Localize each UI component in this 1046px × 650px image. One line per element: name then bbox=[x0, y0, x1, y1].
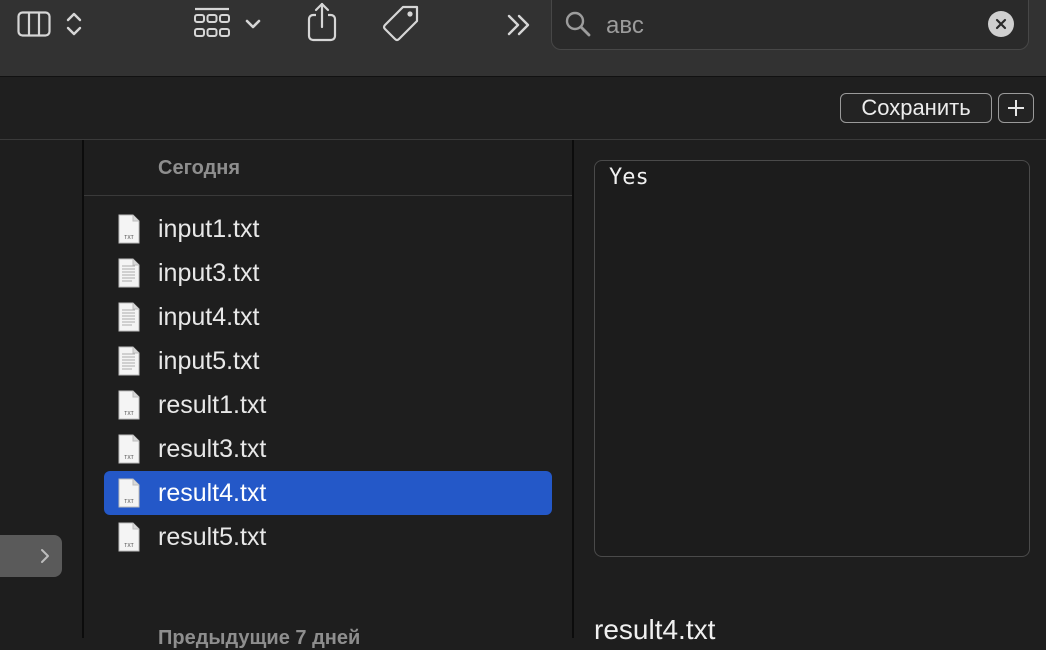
chevron-right-icon bbox=[41, 549, 49, 563]
file-row[interactable]: TXT result4.txt bbox=[104, 471, 552, 515]
columns-view-icon[interactable] bbox=[16, 10, 52, 38]
section-header-previous: Предыдущие 7 дней bbox=[158, 627, 361, 649]
plus-icon bbox=[1008, 100, 1024, 116]
file-name: result5.txt bbox=[158, 523, 267, 551]
svg-text:TXT: TXT bbox=[124, 235, 133, 241]
sidebar-column bbox=[0, 140, 84, 638]
file-row[interactable]: TXT result5.txt bbox=[104, 515, 552, 559]
file-name: result1.txt bbox=[158, 391, 267, 419]
preview-column: Yes result4.txt bbox=[574, 140, 1046, 645]
file-name: input1.txt bbox=[158, 215, 260, 243]
chevron-down-icon[interactable] bbox=[242, 14, 264, 34]
share-icon[interactable] bbox=[304, 0, 340, 44]
file-name: input4.txt bbox=[158, 303, 260, 331]
file-row[interactable]: input3.txt bbox=[104, 251, 552, 295]
save-button[interactable]: Сохранить bbox=[840, 93, 992, 123]
search-input[interactable]: авс bbox=[606, 12, 644, 40]
file-row[interactable]: input4.txt bbox=[104, 295, 552, 339]
add-button[interactable] bbox=[998, 93, 1034, 123]
text-file-icon bbox=[118, 302, 140, 337]
toolbar: авс bbox=[0, 0, 1046, 77]
file-list-column: Сегодня TXT input1.txt input3.txt input4.tx… bbox=[84, 140, 574, 649]
search-icon bbox=[564, 10, 592, 43]
group-grid-icon[interactable] bbox=[192, 6, 232, 42]
divider bbox=[84, 195, 572, 196]
text-file-icon: TXT bbox=[118, 390, 140, 425]
svg-text:TXT: TXT bbox=[124, 411, 133, 417]
file-name: result3.txt bbox=[158, 435, 267, 463]
file-row[interactable]: TXT result1.txt bbox=[104, 383, 552, 427]
svg-text:TXT: TXT bbox=[124, 543, 133, 549]
file-name: input3.txt bbox=[158, 259, 260, 287]
file-row[interactable]: TXT result3.txt bbox=[104, 427, 552, 471]
text-file-icon: TXT bbox=[118, 214, 140, 249]
text-file-icon: TXT bbox=[118, 478, 140, 513]
up-down-chevron-icon[interactable] bbox=[62, 9, 86, 39]
file-name: input5.txt bbox=[158, 347, 260, 375]
text-file-icon: TXT bbox=[118, 434, 140, 469]
more-chevrons-icon[interactable] bbox=[504, 12, 534, 38]
preview-pane[interactable]: Yes bbox=[594, 160, 1030, 557]
file-row[interactable]: TXT input1.txt bbox=[104, 207, 552, 251]
text-file-icon bbox=[118, 346, 140, 381]
file-list: TXT input1.txt input3.txt input4.txt input5.… bbox=[104, 207, 552, 559]
text-file-icon bbox=[118, 258, 140, 293]
file-row[interactable]: input5.txt bbox=[104, 339, 552, 383]
sidebar-selected-row[interactable] bbox=[0, 535, 62, 577]
tag-icon[interactable] bbox=[380, 2, 422, 44]
svg-text:TXT: TXT bbox=[124, 499, 133, 505]
preview-content: Yes bbox=[609, 165, 649, 190]
preview-filename: result4.txt bbox=[594, 614, 716, 645]
file-name: result4.txt bbox=[158, 479, 267, 507]
clear-icon[interactable] bbox=[988, 11, 1014, 37]
svg-text:TXT: TXT bbox=[124, 455, 133, 461]
search-field[interactable]: авс bbox=[551, 0, 1029, 50]
section-header-today: Сегодня bbox=[158, 157, 241, 179]
save-bar: Сохранить bbox=[0, 77, 1046, 140]
text-file-icon: TXT bbox=[118, 522, 140, 557]
